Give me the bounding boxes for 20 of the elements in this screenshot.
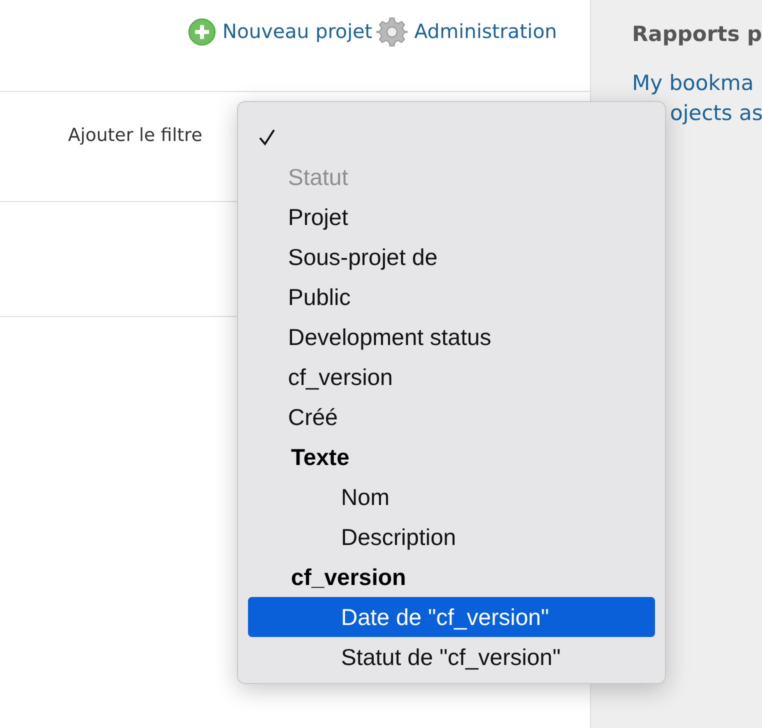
menu-option[interactable]: Public <box>248 277 655 317</box>
settings-icon <box>376 16 408 48</box>
menu-group-label: Texte <box>290 442 350 472</box>
header-link[interactable]: Nouveau projet <box>188 18 372 46</box>
sidebar-title: Rapports p <box>632 22 762 46</box>
filter-label: Ajouter le filtre <box>68 125 202 146</box>
header-link[interactable]: Administration <box>376 16 557 48</box>
sidebar-link[interactable]: ojects as <box>670 98 762 128</box>
menu-group-label: cf_version <box>290 562 408 592</box>
menu-option[interactable]: Sous-projet de <box>248 237 655 277</box>
menu-option[interactable]: Development status <box>248 317 655 357</box>
menu-option[interactable]: Projet <box>248 197 655 237</box>
menu-option[interactable]: Date de "cf_version" <box>248 597 655 637</box>
menu-option[interactable]: Statut de "cf_version" <box>248 637 655 677</box>
menu-option[interactable]: Description <box>248 517 655 557</box>
menu-option[interactable]: Nom <box>248 477 655 517</box>
sidebar-link[interactable]: My bookma <box>632 68 754 98</box>
menu-option[interactable]: cf_version <box>248 357 655 397</box>
add-icon <box>188 18 216 46</box>
menu-option[interactable]: Créé <box>248 397 655 437</box>
